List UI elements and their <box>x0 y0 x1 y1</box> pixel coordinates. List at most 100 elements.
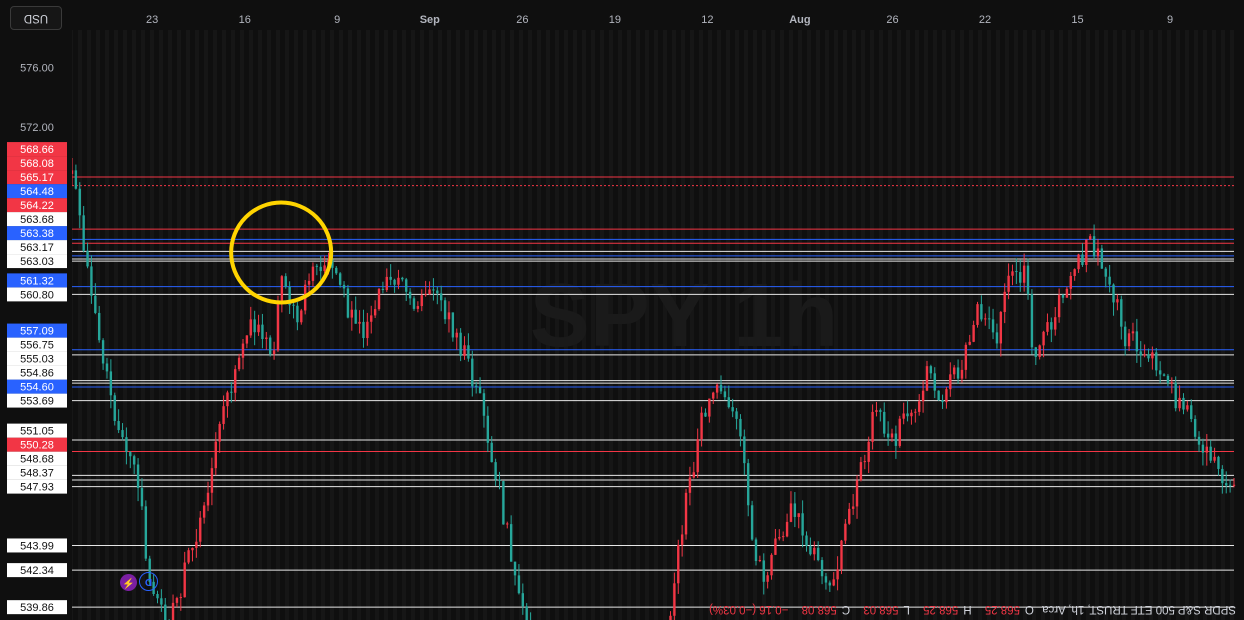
candle-body <box>451 312 455 338</box>
candle-body <box>758 560 762 562</box>
candle-body <box>1007 275 1010 292</box>
candle-body <box>280 276 284 302</box>
session-band <box>438 30 442 620</box>
candle-body <box>914 411 917 413</box>
candle-body <box>1127 333 1131 347</box>
time-tick-label: 12 <box>701 14 713 26</box>
candle-body <box>987 318 991 320</box>
candle-body <box>366 321 369 339</box>
session-band <box>1212 30 1216 620</box>
candle-body <box>816 547 820 561</box>
candle-body <box>708 398 711 417</box>
candle-body <box>82 215 85 251</box>
session-band <box>1086 30 1090 620</box>
candle-body <box>1182 397 1185 410</box>
price-tag-label: 554.86 <box>20 368 54 380</box>
session-band <box>879 30 883 620</box>
currency-button[interactable]: USD <box>10 6 62 30</box>
candle-body <box>1162 374 1166 376</box>
candle-body <box>350 309 354 318</box>
candle-body <box>1085 239 1088 265</box>
candle-body <box>840 540 843 570</box>
session-band <box>114 30 118 620</box>
candle-body <box>342 284 346 289</box>
candle-body <box>1081 254 1084 265</box>
candle-body <box>1225 483 1228 486</box>
time-tick-label: 26 <box>886 14 898 26</box>
candle-body <box>704 412 707 417</box>
session-band <box>240 30 244 620</box>
candle-body <box>688 477 692 493</box>
time-tick-label: Aug <box>789 14 810 26</box>
legend-symbol: SPDR S&P 500 ETF TRUST, 1h, Arca <box>1042 603 1236 615</box>
candle-body <box>820 560 824 577</box>
candle-body <box>677 544 680 584</box>
candle-body <box>1178 397 1181 409</box>
price-tag-label: 547.93 <box>20 482 54 494</box>
price-tag-label: 548.68 <box>20 454 54 466</box>
candle-body <box>781 536 785 538</box>
candle-body <box>144 506 148 559</box>
candle-body <box>1065 288 1069 298</box>
candle-body <box>739 418 742 437</box>
candle-body <box>1100 248 1104 269</box>
candle-body <box>1123 326 1127 347</box>
legend-close-value: 568.08 <box>801 603 837 615</box>
candle-body <box>447 312 451 320</box>
session-band <box>501 30 505 620</box>
price-tag-label: 551.05 <box>20 426 54 438</box>
candle-body <box>1011 271 1014 276</box>
candle-body <box>1213 456 1216 461</box>
candle-body <box>1046 322 1049 332</box>
candle-body <box>506 523 509 525</box>
candle-body <box>412 298 416 309</box>
candle-body <box>117 421 120 431</box>
session-band <box>1194 30 1198 620</box>
candle-body <box>789 503 793 522</box>
candle-body <box>1003 291 1006 312</box>
legend-low-value: 568.03 <box>863 603 899 615</box>
candle-body <box>105 363 109 372</box>
candle-body <box>871 411 874 442</box>
time-tick-label: 9 <box>334 14 340 26</box>
candle-body <box>443 300 447 320</box>
candle-body <box>1201 444 1205 453</box>
candle-body <box>696 439 699 473</box>
session-band <box>1149 30 1153 620</box>
session-band <box>906 30 910 620</box>
candle-body <box>191 547 194 551</box>
candle-body <box>86 250 89 267</box>
price-tick-label: 572.00 <box>20 122 54 134</box>
candle-body <box>257 324 260 333</box>
session-band <box>222 30 226 620</box>
candle-body <box>1030 294 1034 348</box>
candle-body <box>945 389 948 403</box>
legend-low-label: L <box>903 603 910 615</box>
candle-body <box>894 433 898 446</box>
flash-icon[interactable]: ⚡ <box>120 574 137 591</box>
candle-body <box>797 513 800 517</box>
candle-body <box>976 304 979 325</box>
candle-body <box>276 301 280 351</box>
candle-body <box>455 332 458 338</box>
chart-canvas[interactable]: SPY 1h 539.86 542.34 543.99 547.93 548.37 548… <box>0 0 1244 620</box>
candle-body <box>809 545 812 555</box>
candle-body <box>1034 347 1037 357</box>
price-tag-label: 565.17 <box>20 172 54 184</box>
dividend-icon[interactable]: D <box>139 572 158 591</box>
session-band <box>411 30 415 620</box>
session-band <box>1113 30 1117 620</box>
candle-body <box>467 345 470 359</box>
candle-body <box>1061 294 1065 298</box>
candle-body <box>226 392 229 407</box>
candle-body <box>863 461 867 463</box>
candle-body <box>354 309 357 324</box>
candle-body <box>346 288 350 318</box>
candle-body <box>1186 405 1189 410</box>
candle-body <box>929 366 933 374</box>
candle-body <box>1038 345 1041 357</box>
candle-body <box>1221 468 1224 484</box>
candle-body <box>879 410 882 412</box>
candle-body <box>886 433 890 438</box>
candle-body <box>1089 236 1092 240</box>
